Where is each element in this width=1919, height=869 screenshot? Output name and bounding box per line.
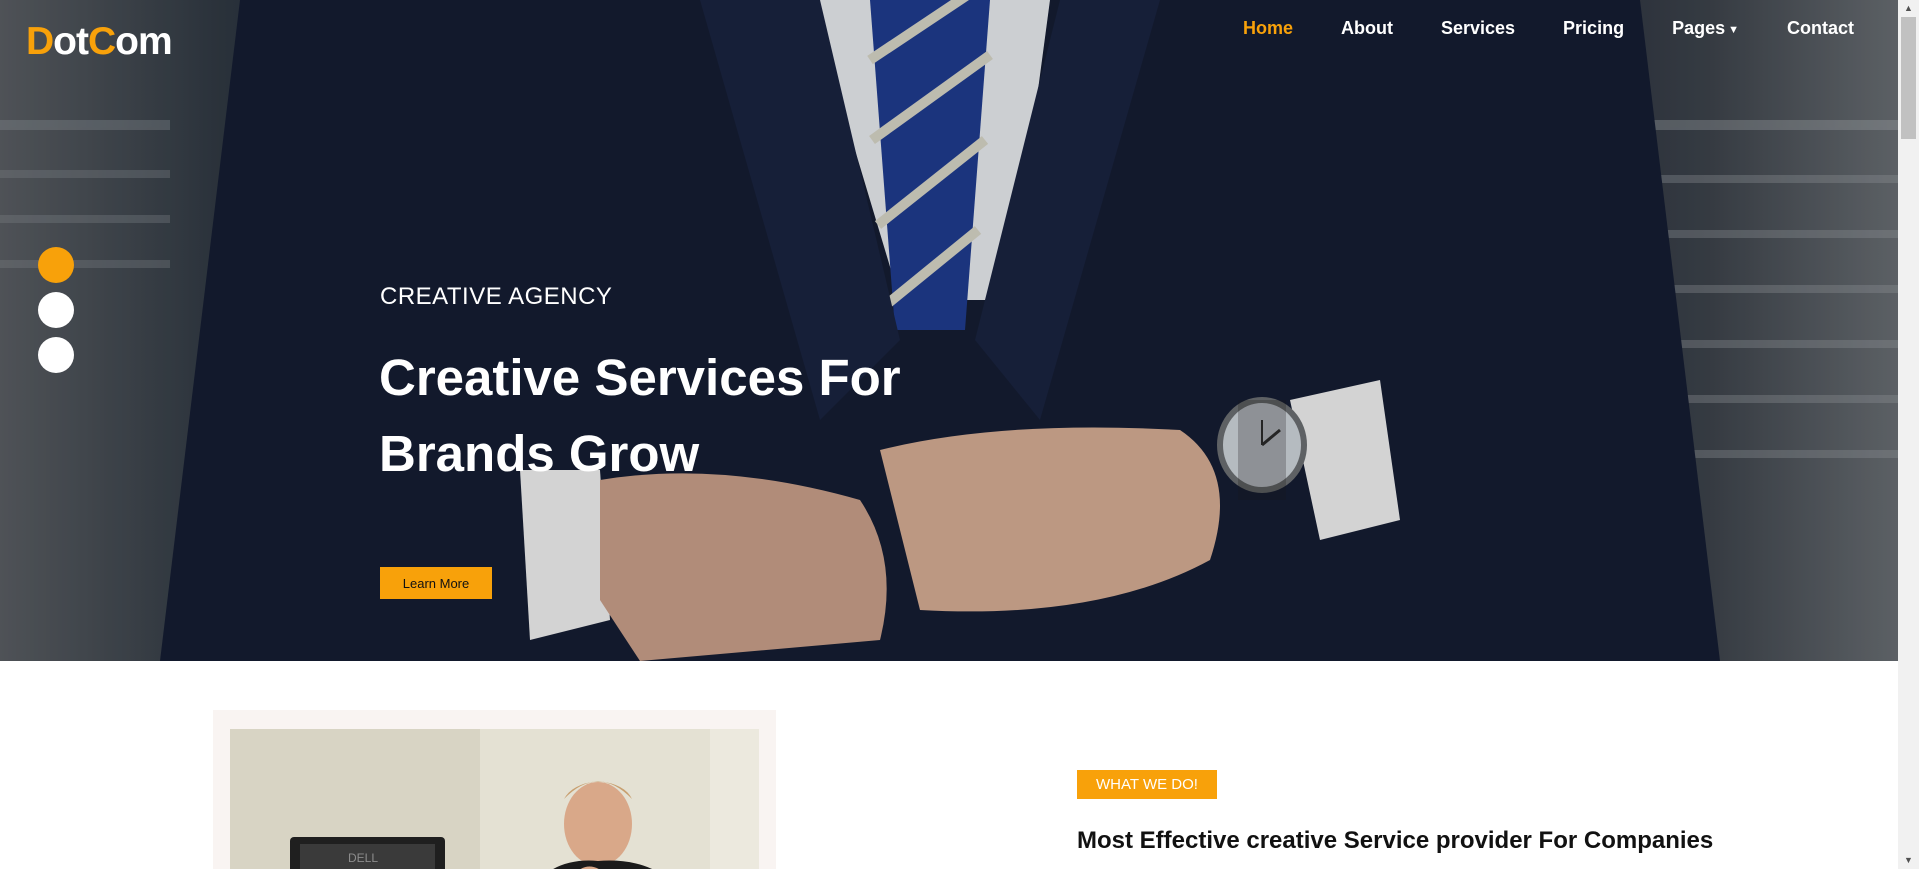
nav-label: Pages bbox=[1672, 18, 1726, 38]
brand-logo-text: om bbox=[115, 20, 172, 63]
brand-logo-text: ot bbox=[53, 20, 89, 63]
slider-dot-1[interactable] bbox=[38, 247, 74, 283]
slider-pagination bbox=[38, 247, 74, 382]
page: DotCom Home About Services Pricing Pages… bbox=[0, 0, 1898, 869]
nav-item-home[interactable]: Home bbox=[1219, 14, 1317, 45]
slider-dot-2[interactable] bbox=[38, 292, 74, 328]
brand-logo-letter: C bbox=[87, 20, 116, 63]
hero-title: Creative Services For Brands Grow bbox=[379, 349, 901, 482]
scrollbar-thumb[interactable] bbox=[1901, 17, 1916, 139]
nav-label: Home bbox=[1242, 18, 1293, 38]
nav-label: Services bbox=[1440, 18, 1516, 38]
nav-item-services[interactable]: Services bbox=[1417, 14, 1539, 45]
slider-dot-3[interactable] bbox=[38, 337, 74, 373]
brand-logo-letter: D bbox=[26, 20, 54, 63]
nav-label: About bbox=[1340, 18, 1393, 38]
svg-text:DELL: DELL bbox=[348, 851, 378, 865]
main-nav: Home About Services Pricing Pages ▼ Conta… bbox=[1219, 14, 1878, 45]
nav-item-pricing[interactable]: Pricing bbox=[1539, 14, 1648, 45]
section-tag: WHAT WE DO! bbox=[1077, 770, 1217, 799]
nav-label: Contact bbox=[1787, 18, 1854, 38]
section-title: Most Effective creative Service provider… bbox=[1077, 827, 1714, 854]
about-image: DELL bbox=[230, 729, 759, 869]
nav-item-contact[interactable]: Contact bbox=[1763, 14, 1878, 45]
page-scrollbar[interactable]: ▲ ▼ bbox=[1898, 0, 1919, 869]
nav-item-pages[interactable]: Pages ▼ bbox=[1648, 14, 1763, 45]
about-image-frame: DELL bbox=[213, 710, 776, 869]
hero-slider: DotCom Home About Services Pricing Pages… bbox=[0, 0, 1898, 661]
caret-down-icon: ▼ bbox=[1728, 24, 1739, 36]
nav-item-about[interactable]: About bbox=[1317, 14, 1417, 45]
brand-logo[interactable]: DotCom bbox=[26, 20, 173, 64]
office-photo: DELL bbox=[230, 729, 759, 869]
arrow-down-icon[interactable]: ▼ bbox=[1898, 852, 1919, 869]
learn-more-button[interactable]: Learn More bbox=[380, 567, 492, 599]
nav-label: Pricing bbox=[1563, 18, 1625, 38]
hero-eyebrow: CREATIVE AGENCY bbox=[380, 283, 613, 310]
arrow-up-icon[interactable]: ▲ bbox=[1898, 0, 1919, 17]
hero-overlay bbox=[0, 0, 1898, 661]
